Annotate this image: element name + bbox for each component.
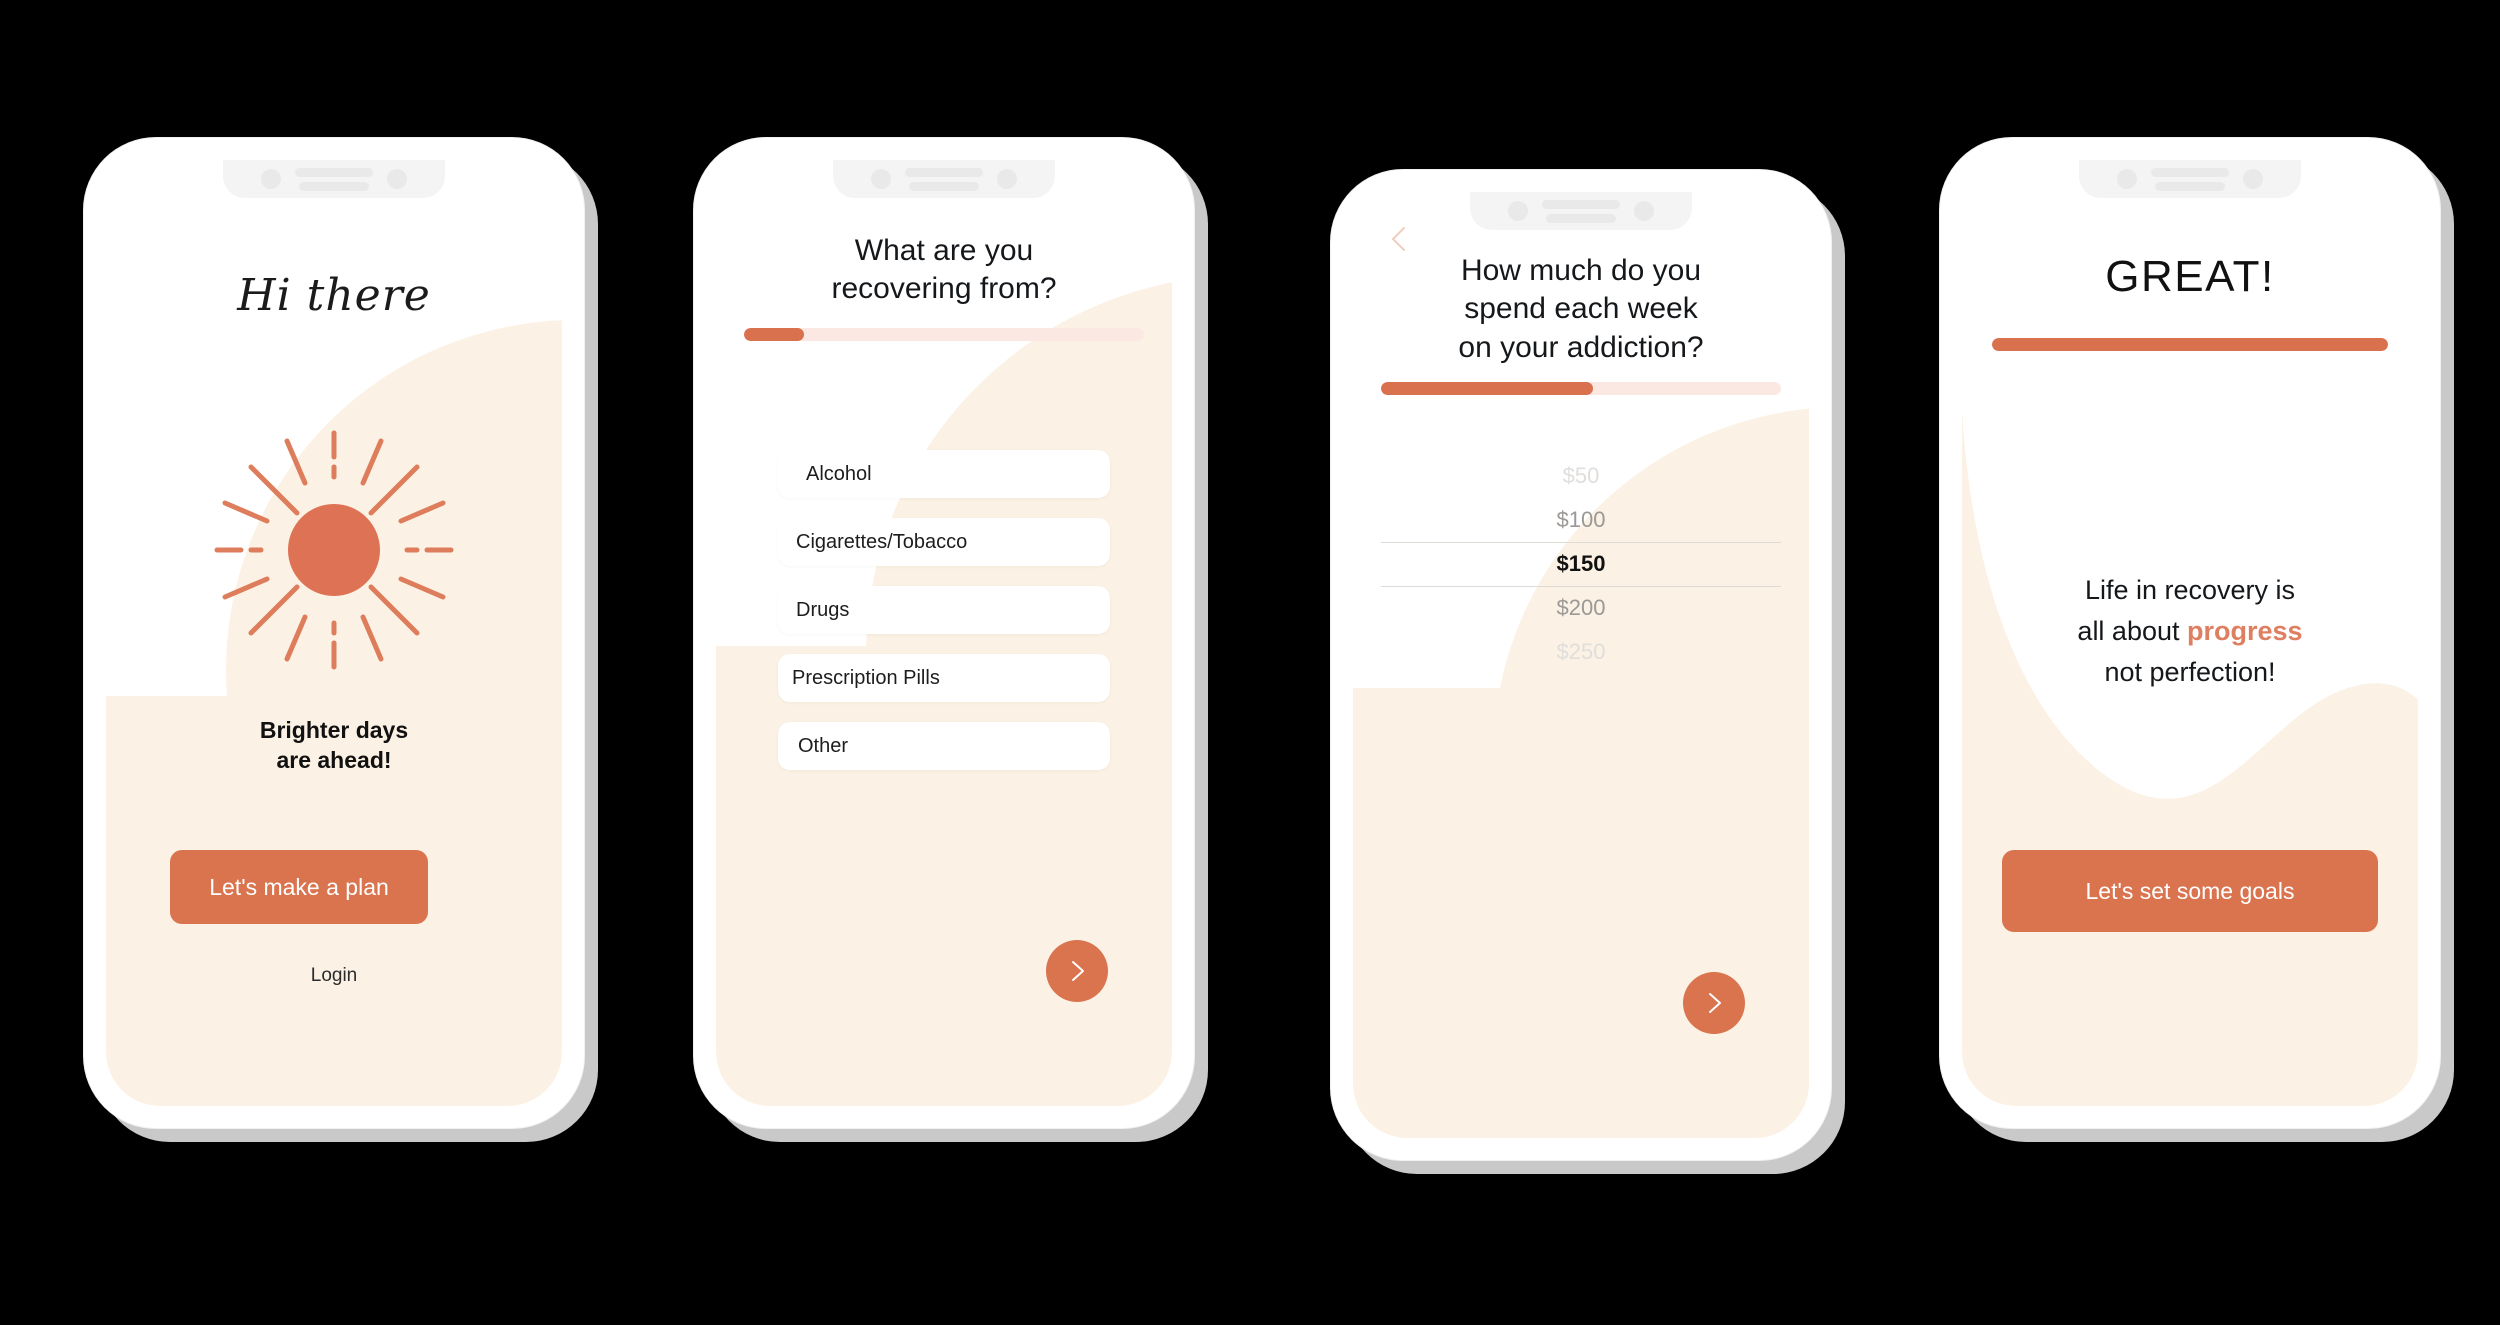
set-goals-button[interactable]: Let's set some goals <box>2002 850 2378 932</box>
phone-3-weekly-spend: How much do you spend each week on your … <box>1331 170 1845 1174</box>
message-line-3: not perfection! <box>2104 657 2276 688</box>
option-label: Prescription Pills <box>792 666 940 689</box>
tagline: Brighter days are ahead! <box>106 715 562 776</box>
sensor-icon <box>387 169 407 189</box>
chevron-left-icon <box>1392 227 1405 251</box>
question-line-2: spend each week <box>1464 292 1698 326</box>
option-label: Drugs <box>796 598 850 621</box>
tagline-line-1: Brighter days <box>259 717 409 743</box>
greeting-title: Hi there <box>237 270 431 321</box>
chevron-right-icon <box>1072 961 1084 981</box>
progress-bar-fill <box>1992 338 2388 351</box>
back-button[interactable] <box>1383 222 1417 256</box>
spend-amount-picker[interactable]: $50 $100 $150 $200 $250 <box>1353 454 1809 674</box>
sensor-icon <box>2243 169 2263 189</box>
progress-bar <box>744 328 1144 341</box>
option-card[interactable]: Cigarettes/Tobacco <box>778 518 1110 566</box>
phone-1-welcome: Hi there Brighter days are ahead! Let's … <box>84 138 598 1142</box>
progress-bar-fill <box>744 328 804 341</box>
progress-bar <box>1992 338 2388 351</box>
next-button[interactable] <box>1046 940 1108 1002</box>
option-card[interactable]: Other <box>778 722 1110 770</box>
phone-frame: GREAT! Life in recovery is all about pro… <box>1940 138 2440 1128</box>
phone-2-recovering-from: What are you recovering from? Alcohol Cig… <box>694 138 1208 1142</box>
login-link[interactable]: Login <box>106 965 562 987</box>
page-title: GREAT! <box>2105 252 2275 301</box>
option-label: Alcohol <box>806 462 872 485</box>
sensor-icon <box>1634 201 1654 221</box>
question-line-1: What are you <box>854 234 1034 267</box>
mockup-canvas: Hi there Brighter days are ahead! Let's … <box>0 0 2500 1325</box>
sensor-icon <box>997 169 1017 189</box>
phone-notch <box>833 160 1055 198</box>
question-line-3: on your addiction? <box>1458 330 1704 364</box>
sun-icon <box>106 425 562 675</box>
speaker-grille-icon <box>905 167 983 191</box>
question-title: How much do you spend each week on your … <box>1393 252 1769 367</box>
phone-notch <box>1470 192 1692 230</box>
question-title: What are you recovering from? <box>756 232 1132 309</box>
question-line-1: How much do you <box>1460 254 1702 287</box>
picker-option[interactable]: $250 <box>1353 630 1809 674</box>
phone-frame: Hi there Brighter days are ahead! Let's … <box>84 138 584 1128</box>
camera-icon <box>1508 201 1528 221</box>
picker-option[interactable]: $200 <box>1353 586 1809 630</box>
phone-4-confirmation: GREAT! Life in recovery is all about pro… <box>1940 138 2454 1142</box>
recovery-options-list: Alcohol Cigarettes/Tobacco Drugs Prescripti… <box>778 450 1110 790</box>
message-line-2-prefix: all about <box>2077 616 2188 647</box>
option-card[interactable]: Alcohol <box>778 450 1110 498</box>
chevron-right-icon <box>1709 993 1721 1013</box>
option-label: Other <box>798 734 849 757</box>
picker-option[interactable]: $100 <box>1353 498 1809 542</box>
camera-icon <box>2117 169 2137 189</box>
camera-icon <box>261 169 281 189</box>
phone-frame: What are you recovering from? Alcohol Cig… <box>694 138 1194 1128</box>
confirmation-message: Life in recovery is all about progress n… <box>1988 570 2392 693</box>
progress-bar <box>1381 382 1781 395</box>
camera-icon <box>871 169 891 189</box>
phone-screen: What are you recovering from? Alcohol Cig… <box>716 160 1172 1106</box>
phone-screen: Hi there Brighter days are ahead! Let's … <box>106 160 562 1106</box>
picker-separator-bottom <box>1381 586 1781 587</box>
question-line-2: recovering from? <box>831 272 1057 306</box>
make-a-plan-button[interactable]: Let's make a plan <box>170 850 428 924</box>
picker-separator-top <box>1381 542 1781 543</box>
speaker-grille-icon <box>1542 199 1620 223</box>
speaker-grille-icon <box>295 167 373 191</box>
option-card[interactable]: Prescription Pills <box>778 654 1110 702</box>
phone-notch <box>2079 160 2301 198</box>
progress-bar-fill <box>1381 382 1593 395</box>
next-button[interactable] <box>1683 972 1745 1034</box>
option-label: Cigarettes/Tobacco <box>796 530 968 553</box>
phone-notch <box>223 160 445 198</box>
picker-option[interactable]: $50 <box>1353 454 1809 498</box>
picker-option-selected[interactable]: $150 <box>1353 542 1809 586</box>
phone-frame: How much do you spend each week on your … <box>1331 170 1831 1160</box>
message-accent-word: progress <box>2187 616 2303 647</box>
phone-screen: How much do you spend each week on your … <box>1353 192 1809 1138</box>
tagline-line-2: are ahead! <box>276 747 392 774</box>
phone-screen: GREAT! Life in recovery is all about pro… <box>1962 160 2418 1106</box>
option-card[interactable]: Drugs <box>778 586 1110 634</box>
speaker-grille-icon <box>2151 167 2229 191</box>
message-line-1: Life in recovery is <box>2084 575 2296 605</box>
